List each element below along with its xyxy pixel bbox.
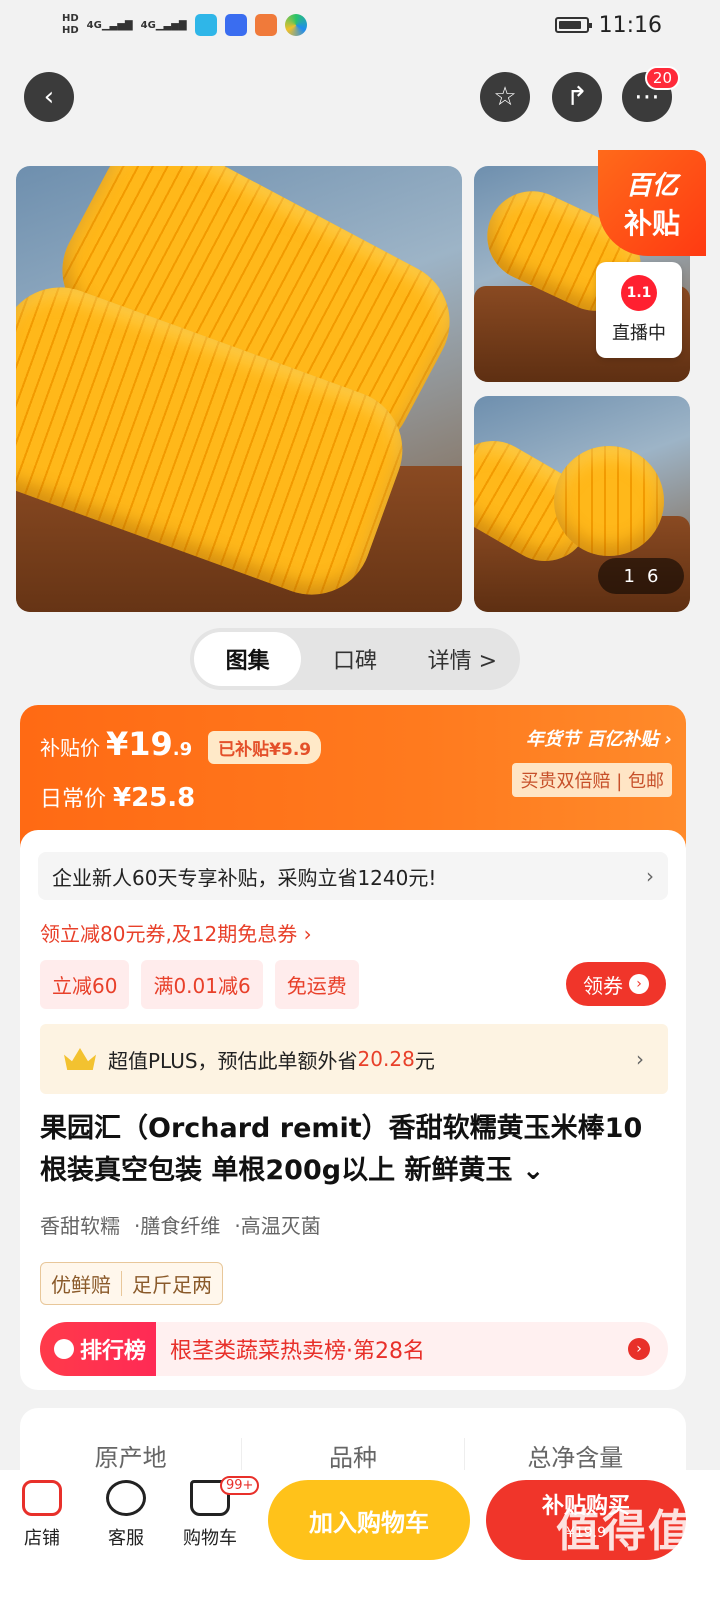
price-banner: 补贴价 ¥19.9 已补贴¥5.9 日常价 ¥25.8 年货节 百亿补贴 › 买… <box>20 705 686 850</box>
live-label: 直播中 <box>612 323 666 344</box>
service-label: 客服 <box>108 1528 144 1549</box>
more-button[interactable]: ⋯ 20 <box>622 66 680 122</box>
favorite-button[interactable]: ☆ <box>480 72 530 122</box>
plus-savings-bar[interactable]: 超值PLUS，预估此单额外省 20.28 元 › <box>40 1024 668 1094</box>
star-icon: ☆ <box>493 82 517 112</box>
subsidy-corner-line2: 补贴 <box>623 206 680 240</box>
mail-app-icon <box>224 14 247 36</box>
brand-label: 百亿补贴 <box>586 729 659 750</box>
plus-savings-suffix: 元 <box>414 1048 435 1073</box>
get-coupon-label: 领券 <box>583 973 623 998</box>
chat-icon <box>106 1480 146 1516</box>
image-index: 1 <box>623 565 635 587</box>
product-page: HD HD 4G▁▃▅▇ 4G▁▃▅▇ 11:16 ‹ ☆ ↱ ⋯ 20 百亿 … <box>0 0 720 1600</box>
shop-label: 店铺 <box>24 1528 60 1549</box>
ranking-label: 排行榜 <box>40 1322 157 1376</box>
product-info-card: 企业新人60天专享补贴，采购立省1240元! › 领立减80元券,及12期免息券… <box>20 830 686 1390</box>
corn-cob-5 <box>554 446 664 556</box>
hd-label-2: HD <box>62 25 79 36</box>
cart-count-badge: 99+ <box>220 1476 260 1495</box>
hd-indicator: HD HD <box>62 13 79 37</box>
enterprise-subsidy-text: 企业新人60天专享补贴，采购立省1240元! <box>52 865 437 890</box>
network-label-1: 4G <box>86 19 102 31</box>
feature-item: ·高温灭菌 <box>234 1214 321 1238</box>
currency-symbol: ¥ <box>106 725 129 763</box>
ranking-text: 根茎类蔬菜热卖榜·第28名 <box>170 1339 426 1364</box>
image-total: 6 <box>647 565 659 587</box>
media-tabs: 图集 口碑 详情 > <box>190 628 520 690</box>
back-button[interactable]: ‹ <box>24 72 74 122</box>
shop-button[interactable]: 店铺 <box>12 1480 72 1550</box>
subsidy-price-dec: .9 <box>172 739 193 760</box>
tab-reviews[interactable]: 口碑 <box>301 632 408 686</box>
tab-details[interactable]: 详情 > <box>409 632 516 686</box>
book-app-icon <box>194 14 217 36</box>
subsidy-price-label: 补贴价 <box>40 736 100 760</box>
service-tags[interactable]: 优鲜赔 足斤足两 <box>40 1262 223 1305</box>
main-product-image[interactable] <box>16 166 462 612</box>
chevron-right-icon: › <box>646 864 654 888</box>
hd-label-1: HD <box>62 13 79 24</box>
clock: 11:16 <box>598 12 662 38</box>
guarantee-badge: 买贵双倍赔 | 包邮 <box>512 763 672 797</box>
chevron-right-icon: › <box>628 1338 650 1360</box>
get-coupon-button[interactable]: 领券 › <box>566 962 666 1006</box>
cart-button[interactable]: 购物车 99+ <box>180 1476 260 1550</box>
chevron-right-icon: › <box>664 729 672 750</box>
watermark-logo: 值得值 <box>556 1506 694 1557</box>
ranking-label-text: 排行榜 <box>80 1339 147 1364</box>
regular-price-label: 日常价 <box>40 787 107 812</box>
signal-icon-2: 4G▁▃▅▇ <box>140 19 187 31</box>
promo-chip[interactable]: 立减60 <box>40 960 130 1009</box>
network-label-2: 4G <box>140 19 156 31</box>
signal-icon-1: 4G▁▃▅▇ <box>86 19 133 31</box>
status-bar: HD HD 4G▁▃▅▇ 4G▁▃▅▇ 11:16 <box>0 0 720 50</box>
promo-chip[interactable]: 免运费 <box>274 960 359 1009</box>
festival-label: 年货节 <box>526 729 581 750</box>
coupon-link[interactable]: 领立减80元券,及12期免息券 › <box>40 918 312 947</box>
chevron-right-icon: › <box>629 974 649 994</box>
subsidy-corner-line1: 百亿 <box>625 170 678 201</box>
crown-icon <box>64 1048 96 1070</box>
share-icon: ↱ <box>566 82 588 112</box>
subsidized-amount-tag: 已补贴¥5.9 <box>208 731 322 764</box>
feature-list: 香甜软糯 ·膳食纤维 ·高温灭菌 <box>40 1210 321 1239</box>
tab-gallery[interactable]: 图集 <box>194 632 302 686</box>
enterprise-subsidy-bar[interactable]: 企业新人60天专享补贴，采购立省1240元! › <box>38 852 668 900</box>
regular-price-row: 日常价 ¥25.8 <box>40 781 195 813</box>
chevron-left-icon: ‹ <box>43 82 55 112</box>
add-to-cart-button[interactable]: 加入购物车 <box>268 1480 470 1560</box>
subsidy-brand-link[interactable]: 年货节 百亿补贴 › <box>512 725 672 751</box>
feature-item: 香甜软糯 <box>40 1214 120 1238</box>
service-tag: 足斤足两 <box>132 1273 212 1297</box>
service-tag: 优鲜赔 <box>51 1273 111 1297</box>
regular-price: ¥25.8 <box>113 783 196 813</box>
trophy-icon <box>54 1339 74 1359</box>
promo-chips: 立减60 满0.01减6 免运费 <box>40 960 359 1009</box>
plus-savings-prefix: 超值PLUS，预估此单额外省 <box>108 1048 358 1073</box>
chevron-right-icon: › <box>636 1047 644 1071</box>
game-app-icon <box>254 14 277 36</box>
live-stream-button[interactable]: 1.1 直播中 <box>596 262 682 358</box>
feature-item: ·膳食纤维 <box>134 1214 221 1238</box>
battery-icon <box>554 17 592 33</box>
customer-service-button[interactable]: 客服 <box>96 1480 156 1550</box>
watermark-url: zhizhizhi.com <box>570 1574 665 1590</box>
notification-badge: 20 <box>644 66 680 90</box>
subsidy-corner-badge[interactable]: 百亿 补贴 <box>598 150 706 256</box>
battery-fill <box>558 21 581 29</box>
product-title[interactable]: 果园汇（Orchard remit）香甜软糯黄玉米棒10根装真空包装 单根200… <box>40 1108 660 1192</box>
share-button[interactable]: ↱ <box>552 72 602 122</box>
subsidy-price-int: 19 <box>128 725 173 763</box>
browser-app-icon <box>284 14 307 36</box>
shop-icon <box>22 1480 62 1516</box>
cart-label: 购物车 <box>183 1528 237 1549</box>
plus-savings-amount: 20.28 <box>357 1047 415 1071</box>
image-counter: 1 6 <box>598 558 684 594</box>
subsidy-price: ¥19.9 <box>106 725 192 763</box>
ranking-bar[interactable]: 排行榜 根茎类蔬菜热卖榜·第28名 › <box>40 1322 668 1376</box>
promo-chip[interactable]: 满0.01减6 <box>141 960 263 1009</box>
live-icon: 1.1 <box>621 275 657 311</box>
